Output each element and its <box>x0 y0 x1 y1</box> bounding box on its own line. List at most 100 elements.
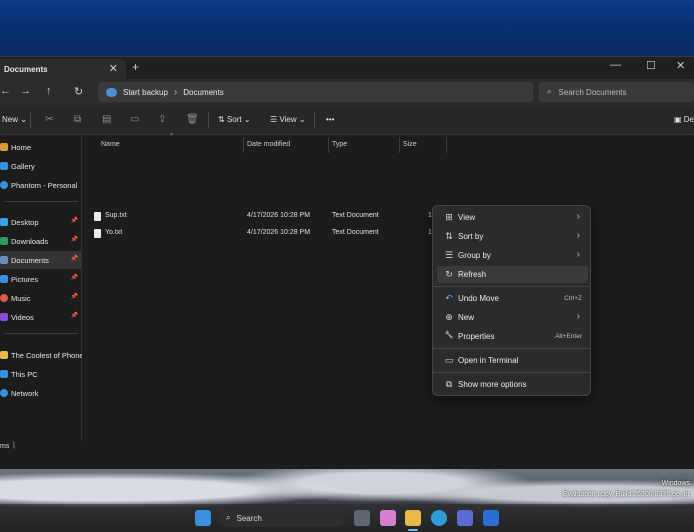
more-options-button[interactable]: ••• <box>326 115 334 124</box>
pin-icon: 📌 <box>70 237 78 243</box>
sidebar-item-label: Network <box>11 388 39 398</box>
menu-item-show-more-options[interactable]: ⧉ Show more options <box>437 376 588 393</box>
task-view-icon[interactable] <box>354 510 370 526</box>
breadcrumb-start-backup[interactable]: Start backup <box>123 88 168 97</box>
sidebar-item-this-pc[interactable]: This PC <box>0 365 82 383</box>
breadcrumb-documents[interactable]: Documents <box>183 88 223 97</box>
file-type: Text Document <box>332 229 379 236</box>
menu-item-new[interactable]: ⊕ New › <box>437 309 588 326</box>
view-button[interactable]: ☰ View ⌄ <box>270 115 306 124</box>
new-button[interactable]: New ⌄ <box>2 115 27 124</box>
up-button[interactable]: ↑ <box>46 85 52 97</box>
sidebar-item-label: Music <box>11 293 31 303</box>
column-divider[interactable] <box>446 137 447 153</box>
chevron-right-icon: › <box>576 249 580 260</box>
refresh-button[interactable]: ↻ <box>74 85 83 98</box>
menu-divider <box>433 372 590 373</box>
file-date: 4/17/2026 10:28 PM <box>247 229 311 236</box>
menu-item-undo-move[interactable]: ↶ Undo Move Ctrl+Z <box>437 290 588 307</box>
back-button[interactable]: ← <box>0 85 11 97</box>
copilot-icon[interactable] <box>380 510 396 526</box>
sidebar-item-music[interactable]: Music 📌 <box>0 289 82 307</box>
grid-icon: ⊞ <box>445 212 453 222</box>
sidebar-item-network[interactable]: Network <box>0 384 82 402</box>
sort-button[interactable]: ⇅ Sort ⌄ <box>218 115 251 124</box>
delete-icon[interactable]: 🗑 <box>186 114 199 125</box>
network-icon <box>0 389 8 397</box>
music-icon <box>0 294 8 302</box>
new-label: New <box>2 115 19 124</box>
details-pane-button[interactable]: ▣ De <box>674 115 694 124</box>
sidebar-item-documents[interactable]: Documents 📌 <box>0 251 82 269</box>
chevron-right-icon: › <box>576 230 580 241</box>
sidebar-item-desktop[interactable]: Desktop 📌 <box>0 213 82 231</box>
toolbar-divider <box>208 112 209 128</box>
sidebar-item-videos[interactable]: Videos 📌 <box>0 308 82 326</box>
file-explorer-icon[interactable] <box>405 510 421 526</box>
undo-icon: ↶ <box>445 293 453 303</box>
menu-item-properties[interactable]: 🔧 Properties Alt+Enter <box>437 328 588 345</box>
rename-icon[interactable]: ▭ <box>130 114 139 125</box>
table-row[interactable]: Sup.txt 4/17/2026 10:28 PM Text Document… <box>83 208 694 224</box>
menu-item-sort-by[interactable]: ⇅ Sort by › <box>437 228 588 245</box>
copy-icon[interactable]: ⧉ <box>74 114 81 125</box>
sort-ascending-icon: ^ <box>170 133 174 140</box>
column-header-date[interactable]: Date modified <box>247 141 290 148</box>
taskbar-search[interactable]: ⌕ Search <box>218 509 346 527</box>
column-header-name[interactable]: Name <box>101 141 120 148</box>
text-file-icon <box>94 229 101 238</box>
menu-divider <box>433 348 590 349</box>
sidebar-item-label: Documents <box>11 255 49 265</box>
text-file-icon <box>94 212 101 221</box>
tab-documents[interactable]: Documents ✕ <box>0 59 126 79</box>
pin-icon: 📌 <box>70 313 78 319</box>
new-tab-button[interactable]: + <box>132 60 139 74</box>
menu-item-open-in-terminal[interactable]: ▭ Open in Terminal <box>437 352 588 369</box>
file-type: Text Document <box>332 212 379 219</box>
sidebar-item-coolest-of-phones[interactable]: The Coolest of Phones <box>0 346 82 364</box>
menu-item-refresh[interactable]: ↻ Refresh <box>437 266 588 283</box>
column-divider[interactable] <box>328 137 329 153</box>
tab-close-icon[interactable]: ✕ <box>109 62 118 75</box>
column-header-type[interactable]: Type <box>332 141 347 148</box>
sidebar-item-label: Desktop <box>11 217 39 227</box>
status-divider: | <box>13 442 15 449</box>
store-icon[interactable] <box>457 510 473 526</box>
sidebar-item-phantom-personal[interactable]: Phantom - Personal <box>0 176 82 194</box>
menu-item-label: Show more options <box>458 380 527 389</box>
sidebar-item-home[interactable]: Home <box>0 138 82 156</box>
close-window-button[interactable]: ✕ <box>676 59 685 72</box>
context-menu: ⊞ View › ⇅ Sort by › ☰ Group by › ↻ Refr… <box>432 205 591 396</box>
menu-item-label: Undo Move <box>458 294 499 303</box>
sidebar-item-gallery[interactable]: Gallery <box>0 157 82 175</box>
column-header-size[interactable]: Size <box>403 141 417 148</box>
paste-icon[interactable]: ▤ <box>102 114 111 125</box>
active-app-indicator <box>408 529 418 531</box>
new-icon: ⊕ <box>445 312 453 322</box>
sidebar-item-pictures[interactable]: Pictures 📌 <box>0 270 82 288</box>
videos-icon <box>0 313 8 321</box>
menu-item-label: Open in Terminal <box>458 356 519 365</box>
mail-icon[interactable] <box>483 510 499 526</box>
edge-icon[interactable] <box>431 510 447 526</box>
start-button[interactable] <box>195 510 211 526</box>
maximize-button[interactable]: ☐ <box>646 59 656 72</box>
minimize-button[interactable]: — <box>610 59 621 71</box>
address-field[interactable]: Start backup › Documents <box>98 82 533 102</box>
chevron-right-icon[interactable]: › <box>174 87 177 98</box>
menu-item-view[interactable]: ⊞ View › <box>437 209 588 226</box>
forward-button[interactable]: → <box>20 85 31 97</box>
download-icon <box>0 237 8 245</box>
address-bar-row: ← → ↑ ↻ Start backup › Documents ⌕ Searc… <box>0 79 694 105</box>
column-divider[interactable] <box>243 137 244 153</box>
menu-item-group-by[interactable]: ☰ Group by › <box>437 247 588 264</box>
search-input[interactable]: ⌕ Search Documents <box>539 82 694 102</box>
table-row[interactable]: Yo.txt 4/17/2026 10:28 PM Text Document … <box>83 225 694 241</box>
status-bar: ms | <box>0 441 694 469</box>
sidebar-item-downloads[interactable]: Downloads 📌 <box>0 232 82 250</box>
column-divider[interactable] <box>399 137 400 153</box>
sidebar-item-label: This PC <box>11 369 38 379</box>
cut-icon[interactable]: ✂ <box>45 114 53 125</box>
share-icon[interactable]: ⇪ <box>158 114 166 125</box>
navigation-pane: Home Gallery Phantom - Personal Desktop … <box>0 135 82 441</box>
